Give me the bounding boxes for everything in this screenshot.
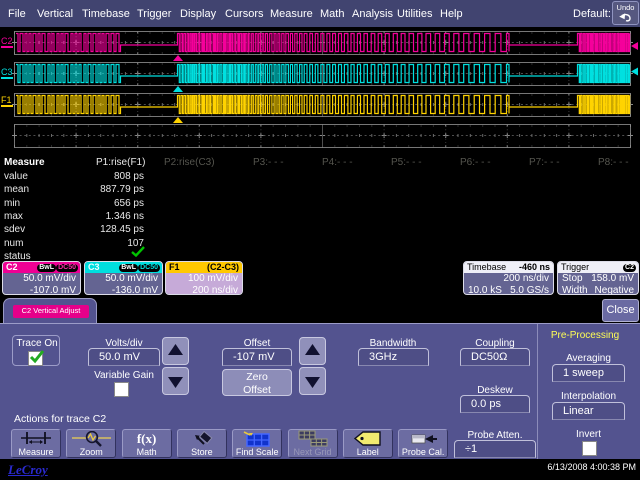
- svg-text:F1: F1: [1, 95, 12, 105]
- svg-text:C2: C2: [1, 36, 13, 46]
- svg-text:C3: C3: [1, 67, 13, 77]
